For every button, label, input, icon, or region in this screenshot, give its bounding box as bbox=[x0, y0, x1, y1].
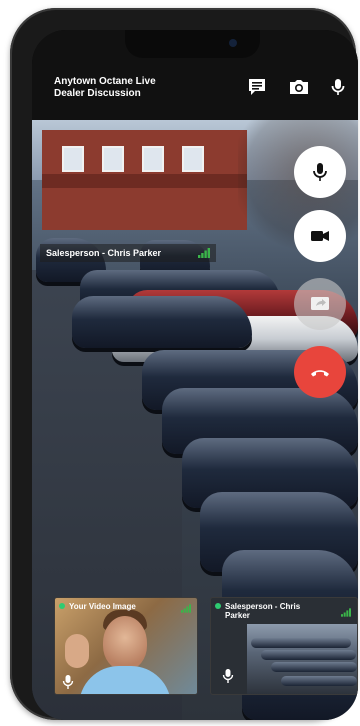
video-car bbox=[271, 662, 357, 672]
microphone-icon[interactable] bbox=[327, 76, 349, 98]
self-video-hand bbox=[65, 634, 89, 668]
video-car bbox=[281, 676, 357, 686]
microphone-icon bbox=[62, 675, 74, 689]
phone-frame: Anytown Octane Live Dealer Discussion Sa… bbox=[10, 8, 358, 720]
signal-bars-icon bbox=[181, 604, 191, 613]
share-screen-button[interactable] bbox=[294, 278, 346, 330]
call-title-line1: Anytown Octane Live bbox=[54, 76, 156, 87]
video-window bbox=[62, 146, 84, 172]
participant-name-tag: Salesperson - Chris Parker bbox=[40, 244, 216, 262]
signal-bars-icon bbox=[198, 248, 210, 258]
camera-flip-icon[interactable] bbox=[288, 76, 310, 98]
thumbnail-label: Salesperson - Chris Parker bbox=[225, 602, 301, 620]
microphone-icon bbox=[313, 163, 327, 181]
end-call-button[interactable] bbox=[294, 346, 346, 398]
mute-button[interactable] bbox=[294, 146, 346, 198]
microphone-icon bbox=[222, 669, 234, 683]
video-window bbox=[182, 146, 204, 172]
video-car bbox=[261, 650, 356, 660]
participant-video-thumbnail[interactable]: Salesperson - Chris Parker bbox=[210, 597, 358, 695]
phone-hangup-icon bbox=[311, 370, 329, 377]
self-video-thumbnail[interactable]: Your Video Image bbox=[54, 597, 198, 695]
signal-bars-icon bbox=[341, 608, 351, 617]
self-video-shirt bbox=[79, 666, 171, 694]
call-title-line2: Dealer Discussion bbox=[54, 88, 141, 99]
video-window bbox=[102, 146, 124, 172]
phone-notch bbox=[125, 30, 260, 58]
self-video-face bbox=[103, 616, 147, 670]
front-camera-icon bbox=[229, 39, 237, 47]
screen-share-icon bbox=[311, 297, 329, 310]
video-roofline bbox=[42, 174, 247, 188]
video-car bbox=[72, 296, 252, 348]
thumbnail-label: Your Video Image bbox=[69, 602, 136, 611]
video-car bbox=[251, 638, 351, 648]
video-window bbox=[142, 146, 164, 172]
chat-icon[interactable] bbox=[246, 76, 268, 98]
call-title: Anytown Octane Live Dealer Discussion bbox=[54, 76, 204, 100]
video-camera-icon bbox=[311, 231, 329, 241]
call-screen: Anytown Octane Live Dealer Discussion Sa… bbox=[32, 30, 358, 720]
participant-name: Salesperson - Chris Parker bbox=[46, 248, 162, 258]
video-button[interactable] bbox=[294, 210, 346, 262]
